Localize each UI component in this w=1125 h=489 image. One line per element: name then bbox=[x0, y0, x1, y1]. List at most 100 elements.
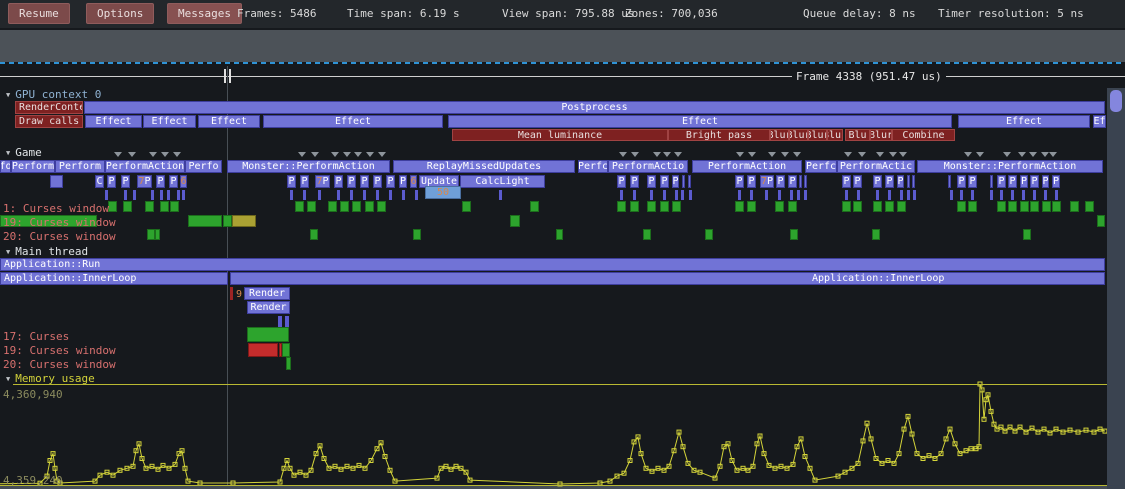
zone-tick[interactable] bbox=[124, 190, 127, 200]
zone-application-innerloop[interactable]: Application::InnerLoop bbox=[0, 272, 228, 285]
game-zone[interactable]: Perfc bbox=[805, 160, 837, 173]
curses-zone[interactable] bbox=[735, 201, 744, 212]
zone-tick[interactable] bbox=[1055, 190, 1058, 200]
zone-tick[interactable] bbox=[620, 190, 623, 200]
curses-zone[interactable] bbox=[377, 201, 386, 212]
game-zone[interactable]: ReplayMissedUpdates bbox=[393, 160, 575, 173]
frame-marker-icon[interactable] bbox=[631, 152, 639, 157]
game-subzone[interactable]: P bbox=[300, 175, 309, 188]
curses-zone[interactable] bbox=[248, 343, 278, 357]
frame-marker-icon[interactable] bbox=[781, 152, 789, 157]
zone-application-run[interactable]: Application::Run bbox=[0, 258, 1105, 271]
zone-tick[interactable] bbox=[151, 190, 154, 200]
frame-marker-icon[interactable] bbox=[619, 152, 627, 157]
curses-zone[interactable] bbox=[997, 201, 1006, 212]
gpu-effect-zone[interactable]: Ef bbox=[1093, 115, 1106, 128]
zone-tick[interactable] bbox=[663, 190, 666, 200]
game-subzone[interactable]: P bbox=[1020, 175, 1028, 188]
curses-zone[interactable] bbox=[788, 201, 797, 212]
curses-zone[interactable] bbox=[842, 201, 851, 212]
zone-tick[interactable] bbox=[845, 190, 848, 200]
curses-zone[interactable] bbox=[873, 201, 882, 212]
game-subzone[interactable]: P bbox=[885, 175, 894, 188]
frame-marker-icon[interactable] bbox=[844, 152, 852, 157]
gpu-draw-zone[interactable]: Blur bbox=[808, 129, 827, 141]
curses-zone[interactable] bbox=[556, 229, 563, 240]
zone-tick[interactable] bbox=[681, 190, 684, 200]
curses-zone[interactable] bbox=[510, 215, 520, 227]
zone-tick[interactable] bbox=[797, 190, 800, 200]
zone-tick[interactable] bbox=[389, 190, 392, 200]
frame-marker-icon[interactable] bbox=[298, 152, 306, 157]
frame-marker-icon[interactable] bbox=[114, 152, 122, 157]
frame-marker-icon[interactable] bbox=[653, 152, 661, 157]
gpu-draw-zone[interactable]: Bright pass bbox=[668, 129, 770, 141]
curses-zone[interactable] bbox=[123, 201, 132, 212]
zone-tick[interactable] bbox=[650, 190, 653, 200]
game-subzone[interactable] bbox=[907, 175, 910, 188]
frame-marker-icon[interactable] bbox=[674, 152, 682, 157]
game-zone[interactable]: fo bbox=[0, 160, 11, 173]
zone-tick[interactable] bbox=[1044, 190, 1047, 200]
gpu-draw-zone[interactable]: Combine bbox=[892, 129, 955, 141]
curses-zone[interactable] bbox=[160, 201, 169, 212]
curses-zone[interactable] bbox=[643, 229, 651, 240]
game-subzone[interactable]: P bbox=[647, 175, 656, 188]
curses-zone[interactable] bbox=[145, 201, 154, 212]
zone-tick[interactable] bbox=[900, 190, 903, 200]
scrollbar-thumb[interactable] bbox=[1110, 90, 1122, 112]
curses-zone[interactable] bbox=[108, 201, 117, 212]
game-subzone[interactable]: P bbox=[776, 175, 785, 188]
zone-render[interactable]: Render bbox=[247, 301, 290, 314]
curses-zone[interactable] bbox=[328, 201, 337, 212]
zone-tick[interactable] bbox=[290, 190, 293, 200]
curses-zone[interactable] bbox=[147, 229, 155, 240]
zone-tick[interactable] bbox=[990, 190, 993, 200]
zone-tick[interactable] bbox=[1011, 190, 1014, 200]
curses-zone[interactable] bbox=[630, 201, 639, 212]
curses-zone[interactable] bbox=[295, 201, 304, 212]
section-main-thread[interactable]: ▼ Main thread bbox=[6, 245, 88, 258]
frame-mark[interactable] bbox=[230, 287, 233, 300]
zone-tick[interactable] bbox=[160, 190, 163, 200]
game-subzone[interactable]: P bbox=[788, 175, 797, 188]
zone-tick[interactable] bbox=[675, 190, 678, 200]
frame-marker-icon[interactable] bbox=[768, 152, 776, 157]
curses-zone[interactable] bbox=[790, 229, 798, 240]
game-subzone[interactable] bbox=[912, 175, 915, 188]
curses-zone[interactable] bbox=[282, 343, 290, 357]
gpu-draw-zone[interactable]: Blur bbox=[827, 129, 843, 141]
zone-tick[interactable] bbox=[133, 190, 136, 200]
game-subzone[interactable]: P bbox=[1030, 175, 1039, 188]
curses-zone[interactable] bbox=[340, 201, 349, 212]
gpu-effect-zone[interactable]: Effect bbox=[85, 115, 142, 128]
game-zone[interactable]: PerformActic bbox=[837, 160, 915, 173]
frame-marker-icon[interactable] bbox=[149, 152, 157, 157]
zone-tick[interactable] bbox=[318, 190, 321, 200]
game-zone[interactable]: PerformAction bbox=[692, 160, 802, 173]
frame-marker-icon[interactable] bbox=[976, 152, 984, 157]
zone-tick[interactable] bbox=[960, 190, 963, 200]
zone-tick[interactable] bbox=[499, 190, 502, 200]
gpu-draw-zone[interactable]: Blur bbox=[789, 129, 808, 141]
curses-zone[interactable] bbox=[1030, 201, 1039, 212]
game-subzone[interactable]: P bbox=[873, 175, 882, 188]
curses-zone[interactable] bbox=[170, 201, 179, 212]
zone-tick[interactable] bbox=[888, 190, 891, 200]
game-subzone[interactable] bbox=[799, 175, 802, 188]
frame-marker-icon[interactable] bbox=[343, 152, 351, 157]
zone-tick[interactable] bbox=[857, 190, 860, 200]
frame-marker-icon[interactable] bbox=[876, 152, 884, 157]
gpu-draw-zone[interactable]: Blu bbox=[845, 129, 870, 141]
zone-tick[interactable] bbox=[177, 190, 180, 200]
game-subzone[interactable]: P bbox=[853, 175, 862, 188]
zone-tick[interactable] bbox=[689, 190, 692, 200]
frame-marker-icon[interactable] bbox=[354, 152, 362, 157]
frame-marker-icon[interactable] bbox=[748, 152, 756, 157]
zone-tick[interactable] bbox=[876, 190, 879, 200]
game-subzone[interactable]: P bbox=[121, 175, 130, 188]
zone-tick[interactable] bbox=[415, 190, 418, 200]
zone-tick[interactable] bbox=[363, 190, 366, 200]
zone-tick[interactable] bbox=[1033, 190, 1036, 200]
frame-marker-icon[interactable] bbox=[899, 152, 907, 157]
